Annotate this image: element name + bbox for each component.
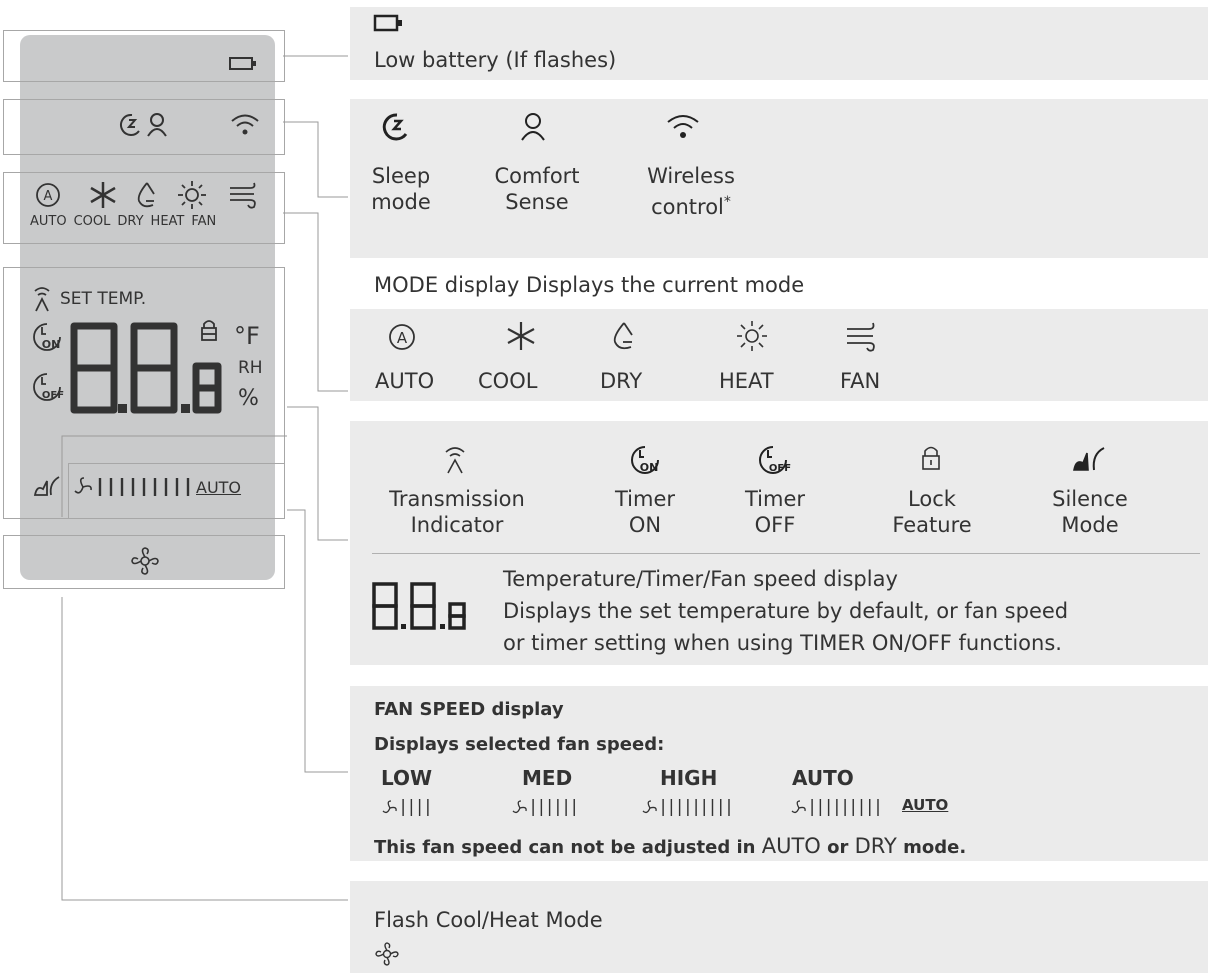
indicator-label: Transmission — [389, 487, 525, 511]
status-label: Sleep — [371, 164, 431, 188]
display-desc-line2: or timer setting when using TIMER ON/OFF… — [503, 631, 1062, 655]
mode-title: MODE display Displays the current mode — [374, 273, 805, 297]
connector-lines — [61, 55, 348, 901]
fan-level-label: HIGH — [660, 766, 718, 790]
timer-on-indicator-icon: ON — [631, 446, 659, 474]
status-label: Comfort — [494, 164, 580, 188]
status-label: control* — [626, 189, 756, 220]
indicator-label: Lock — [908, 487, 956, 511]
note-text: or — [820, 837, 855, 858]
fan-level-bars: |||| — [398, 797, 433, 817]
indicator-label: Timer — [744, 487, 806, 511]
note-text: mode. — [896, 837, 967, 858]
mode-label-dry: DRY — [600, 369, 643, 393]
status-label: mode — [371, 190, 431, 214]
display-title: Temperature/Timer/Fan speed display — [503, 567, 898, 591]
cool-icon — [507, 322, 535, 350]
mode-label-auto: AUTO — [375, 369, 435, 393]
footnote-mark: * — [723, 194, 731, 210]
fan-level-label: LOW — [381, 766, 433, 790]
status-item-sleep: Sleep mode — [366, 163, 436, 215]
dry-icon — [613, 322, 633, 350]
indicator-timer-on: Timer ON — [600, 486, 690, 538]
status-label: Wireless — [647, 164, 735, 188]
fan-icon — [512, 800, 527, 814]
fan-speed-subtitle: Displays selected fan speed: — [374, 734, 665, 755]
fan-level-bars: ||||||||| — [658, 797, 734, 817]
status-label-text: control — [651, 195, 724, 219]
status-item-wireless: Wireless control* — [626, 163, 756, 220]
fan-icon — [642, 800, 657, 814]
display-desc-line1: Displays the set temperature by default,… — [503, 599, 1069, 623]
fan-icon — [791, 800, 806, 814]
digit-display-icon — [372, 582, 466, 630]
auto-icon: A — [389, 324, 415, 350]
wireless-control-icon — [667, 115, 699, 138]
transmission-indicator-icon — [445, 447, 465, 474]
heat-icon — [737, 321, 767, 351]
silence-mode-icon — [1073, 447, 1105, 471]
indicator-lock: Lock Feature — [872, 486, 992, 538]
status-label: Sense — [505, 190, 569, 214]
indicator-label: ON — [628, 513, 662, 537]
fan-speed-note: This fan speed can not be adjusted in AU… — [374, 834, 966, 858]
low-battery-icon — [373, 14, 402, 32]
low-battery-text: Low battery (If flashes) — [374, 48, 617, 72]
fan-level-bars: ||||||||| — [807, 797, 883, 817]
svg-text:A: A — [397, 329, 408, 347]
fan-level-label: AUTO — [792, 766, 854, 790]
svg-text:OFF: OFF — [769, 463, 791, 474]
lock-feature-icon — [922, 446, 940, 470]
svg-text:ON: ON — [640, 461, 659, 474]
note-dry: DRY — [854, 834, 897, 858]
fan-level-label: MED — [522, 766, 573, 790]
indicator-label: Timer — [614, 487, 676, 511]
mode-label-heat: HEAT — [719, 369, 774, 393]
indicators-divider — [372, 553, 1200, 554]
fan-icon — [382, 800, 397, 814]
indicator-label: OFF — [754, 513, 796, 537]
fan-speed-title: FAN SPEED display — [374, 699, 564, 720]
note-text: This fan speed can not be adjusted in — [374, 837, 762, 858]
sleep-mode-icon — [382, 113, 408, 141]
fan-auto-tag: AUTO — [902, 796, 949, 814]
indicator-silence: Silence Mode — [1030, 486, 1150, 538]
mode-label-cool: COOL — [478, 369, 538, 393]
indicator-label: Mode — [1061, 513, 1119, 537]
fan-icon — [847, 322, 875, 352]
flash-title: Flash Cool/Heat Mode — [374, 908, 603, 932]
fan-level-bars: |||||| — [528, 797, 579, 817]
status-item-comfort: Comfort Sense — [478, 163, 596, 215]
indicator-timer-off: Timer OFF — [730, 486, 820, 538]
flash-cool-heat-icon — [375, 942, 399, 966]
indicator-label: Silence — [1052, 487, 1128, 511]
comfort-sense-icon — [521, 113, 545, 141]
timer-off-indicator-icon: OFF — [759, 446, 791, 474]
indicator-label: Feature — [892, 513, 972, 537]
indicator-transmission: Transmission Indicator — [362, 486, 552, 538]
mode-label-fan: FAN — [840, 369, 881, 393]
note-auto: AUTO — [761, 834, 821, 858]
indicator-label: Indicator — [410, 513, 504, 537]
